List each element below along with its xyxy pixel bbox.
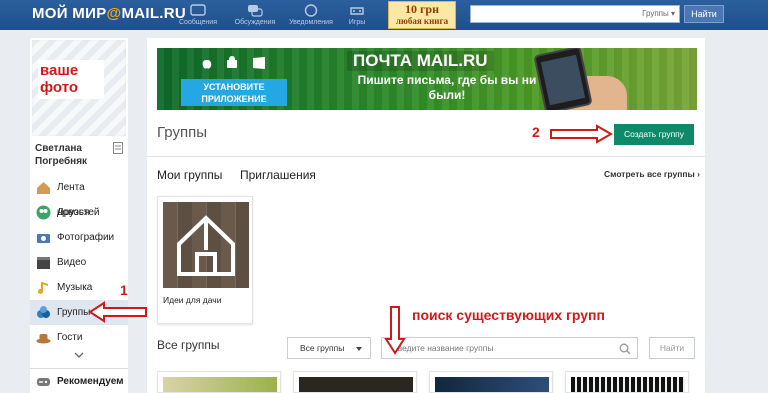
music-note-icon — [36, 280, 51, 295]
discussions-icon — [247, 4, 263, 17]
promo-badge[interactable]: 10 грн любая книга — [388, 1, 456, 29]
platform-icons — [201, 56, 267, 73]
tab-my-groups[interactable]: Мои группы — [157, 168, 222, 182]
see-all-groups-link[interactable]: Смотреть все группы › — [604, 169, 700, 179]
caret-down-icon — [356, 347, 362, 351]
page-title: Группы — [157, 124, 207, 141]
banner-subtitle: Пишите письма, где бы вы ни были! — [357, 73, 537, 102]
top-search-input[interactable]: Группы ▾ — [470, 5, 680, 23]
tab-invitations[interactable]: Приглашения — [240, 168, 316, 182]
group-card-preview[interactable] — [157, 371, 281, 393]
sidebar-item-music[interactable]: Музыка — [30, 275, 128, 300]
annotation-search-hint: поиск существующих групп — [412, 307, 605, 323]
banner-title: ПОЧТА MAIL.RU — [347, 51, 494, 71]
house-icon — [36, 180, 51, 195]
top-search-button[interactable]: Найти — [684, 5, 724, 23]
apple-android-windows-icon — [202, 56, 265, 69]
annotation-arrow-down — [384, 306, 406, 355]
clapper-icon — [36, 255, 51, 270]
group-card-preview[interactable] — [293, 371, 417, 393]
group-card-preview[interactable] — [565, 371, 689, 393]
annotation-number-2: 2 — [532, 124, 540, 140]
groups-icon — [36, 305, 51, 320]
divider — [147, 156, 705, 157]
edit-profile-icon[interactable] — [113, 142, 123, 154]
promo-price: 10 грн — [404, 2, 440, 16]
search-scope-select[interactable]: Группы ▾ — [642, 9, 675, 18]
avatar-caption: ваше фото — [38, 60, 104, 99]
gamepad-icon — [36, 374, 51, 388]
house-outline-icon — [177, 215, 235, 276]
nav-discussions[interactable]: Обсуждения — [225, 2, 285, 26]
annotation-arrow-right — [550, 124, 613, 144]
sidebar-item-guests[interactable]: Гости — [30, 325, 128, 350]
nav-messages[interactable]: Сообщения — [168, 2, 228, 26]
group-search-input[interactable]: Введите название группы — [381, 337, 638, 359]
search-icon[interactable] — [619, 342, 631, 355]
group-card-preview[interactable] — [429, 371, 553, 393]
sidebar-item-news[interactable]: Лента новостей — [30, 175, 128, 218]
hat-icon — [36, 330, 51, 345]
sidebar-item-photos[interactable]: Фотографии — [30, 225, 128, 250]
top-bar: МОЙ МИР@MAIL.RU Сообщения Обсуждения Уве… — [0, 0, 768, 30]
camera-icon — [36, 230, 51, 245]
group-thumbnail — [163, 202, 249, 288]
annotation-number-1: 1 — [120, 282, 128, 298]
friends-icon — [36, 205, 51, 220]
user-name[interactable]: Светлана Погребняк — [35, 142, 109, 168]
all-groups-heading: Все группы — [157, 338, 220, 352]
create-group-button[interactable]: Создать группу — [614, 124, 694, 145]
mail-app-banner[interactable]: УСТАНОВИТЕ ПРИЛОЖЕНИЕ ПОЧТА MAIL.RU Пиши… — [157, 48, 697, 110]
notifications-icon — [303, 4, 319, 17]
sidebar-item-video[interactable]: Видео — [30, 250, 128, 275]
promo-text: любая книга — [395, 16, 449, 26]
group-name[interactable]: Идеи для дачи — [163, 295, 221, 305]
sidebar-item-recommend[interactable]: Рекомендуем — [30, 368, 128, 393]
games-icon — [349, 4, 365, 17]
main-content: УСТАНОВИТЕ ПРИЛОЖЕНИЕ ПОЧТА MAIL.RU Пиши… — [147, 38, 705, 393]
chevron-down-icon[interactable] — [74, 350, 84, 358]
logo[interactable]: МОЙ МИР@MAIL.RU — [32, 5, 186, 22]
install-app-badge[interactable]: УСТАНОВИТЕ ПРИЛОЖЕНИЕ — [181, 79, 287, 106]
messages-icon — [190, 4, 206, 17]
group-search-button[interactable]: Найти — [649, 337, 695, 359]
left-sidebar: ваше фото Светлана Погребняк Лента новос… — [30, 38, 128, 393]
groups-filter-select[interactable]: Все группы — [287, 337, 371, 359]
nav-games[interactable]: Игры — [327, 2, 387, 26]
sidebar-item-friends[interactable]: Друзья — [30, 200, 128, 225]
annotation-arrow-left — [88, 301, 147, 323]
group-card[interactable]: Идеи для дачи — [157, 196, 253, 324]
